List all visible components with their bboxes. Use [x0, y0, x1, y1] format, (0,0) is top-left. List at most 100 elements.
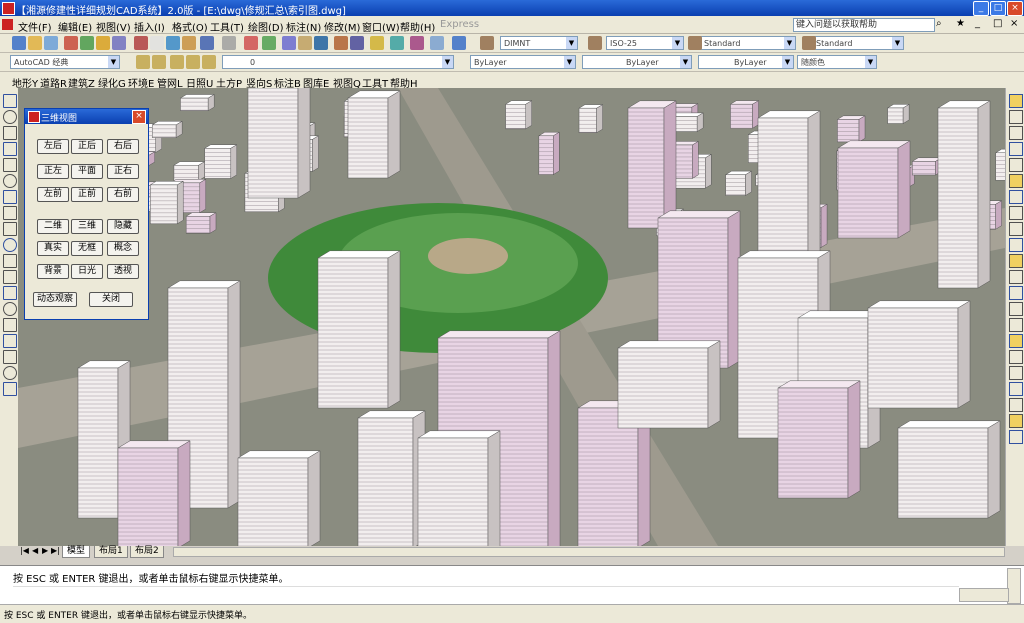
view-button[interactable]: 无框 [71, 241, 103, 256]
toolbar-tool-icon[interactable] [222, 36, 236, 50]
tab-layout2[interactable]: 布局2 [130, 546, 164, 558]
lineweight-select[interactable]: ByLayer ▼ [698, 55, 794, 69]
modify-tool-icon[interactable] [1009, 222, 1023, 236]
app-icon[interactable] [2, 2, 15, 15]
table-style-select[interactable]: Standard ▼ [700, 36, 796, 50]
minimize-button[interactable]: _ [973, 1, 989, 16]
view-button[interactable]: 左前 [37, 187, 69, 202]
dialog-close-button[interactable]: × [132, 110, 146, 124]
dim-style-select[interactable]: ISO-25 ▼ [606, 36, 684, 50]
modify-tool-icon[interactable] [1009, 206, 1023, 220]
workspace-select[interactable]: AutoCAD 经典 ▼ [10, 55, 120, 69]
menu-file[interactable]: 文件(F) [18, 19, 52, 34]
style-icon[interactable] [480, 36, 494, 50]
view-button[interactable]: 左后 [37, 139, 69, 154]
draw-tool-icon[interactable] [3, 254, 17, 268]
maximize-button[interactable]: □ [990, 1, 1006, 16]
menu-express[interactable]: Express [440, 19, 479, 30]
command-input[interactable] [13, 586, 959, 600]
view-button[interactable]: 右前 [107, 187, 139, 202]
modify-tool-icon[interactable] [1009, 382, 1023, 396]
draw-tool-icon[interactable] [3, 174, 17, 188]
toolbar-tool-icon[interactable] [370, 36, 384, 50]
view-button[interactable]: 真实 [37, 241, 69, 256]
modify-tool-icon[interactable] [1009, 254, 1023, 268]
toolbar-tool-icon[interactable] [44, 36, 58, 50]
modify-tool-icon[interactable] [1009, 190, 1023, 204]
view-button[interactable]: 日光 [71, 264, 103, 279]
plotstyle-select[interactable]: 随颜色 ▼ [797, 55, 877, 69]
draw-tool-icon[interactable] [3, 206, 17, 220]
draw-tool-icon[interactable] [3, 238, 17, 252]
layer-tool-icon[interactable] [202, 55, 216, 69]
toolbar-tool-icon[interactable] [334, 36, 348, 50]
tab-last-button[interactable]: ▶| [51, 546, 60, 555]
view-button[interactable]: 正左 [37, 164, 69, 179]
modify-tool-icon[interactable] [1009, 430, 1023, 444]
modify-tool-icon[interactable] [1009, 270, 1023, 284]
view-button[interactable]: 背景 [37, 264, 69, 279]
modify-tool-icon[interactable] [1009, 350, 1023, 364]
multileader-style-select[interactable]: Standard ▼ [812, 36, 904, 50]
toolbar-tool-icon[interactable] [150, 36, 164, 50]
draw-tool-icon[interactable] [3, 126, 17, 140]
toolbar-tool-icon[interactable] [410, 36, 424, 50]
modify-tool-icon[interactable] [1009, 334, 1023, 348]
menu-edit[interactable]: 编辑(E) [58, 19, 92, 34]
draw-tool-icon[interactable] [3, 286, 17, 300]
layer-tool-icon[interactable] [170, 55, 184, 69]
tab-layout1[interactable]: 布局1 [94, 546, 128, 558]
tab-model[interactable]: 模型 [62, 546, 91, 558]
search-icon[interactable]: ⌕ [936, 18, 942, 29]
command-scrollbar[interactable] [1007, 568, 1021, 604]
toolbar-tool-icon[interactable] [430, 36, 444, 50]
drawing-viewport[interactable] [18, 88, 1005, 546]
style-icon[interactable] [802, 36, 816, 50]
command-window[interactable]: 按 ESC 或 ENTER 键退出，或者单击鼠标右键显示快捷菜单。 [0, 565, 1024, 604]
menu-tools[interactable]: 工具(T) [210, 19, 244, 34]
menu-view[interactable]: 视图(V) [96, 19, 131, 34]
draw-tool-icon[interactable] [3, 158, 17, 172]
modify-tool-icon[interactable] [1009, 318, 1023, 332]
menu-dimension[interactable]: 标注(N) [286, 19, 321, 34]
toolbar-tool-icon[interactable] [350, 36, 364, 50]
orbit-button[interactable]: 动态观察 [33, 292, 77, 307]
horizontal-scrollbar[interactable] [173, 547, 1005, 557]
view-button[interactable]: 隐藏 [107, 219, 139, 234]
layer-tool-icon[interactable] [152, 55, 166, 69]
help-search-input[interactable]: 键入问题以获取帮助 [793, 18, 935, 32]
toolbar-tool-icon[interactable] [112, 36, 126, 50]
modify-tool-icon[interactable] [1009, 94, 1023, 108]
menu-window[interactable]: 窗口(W) [362, 19, 400, 34]
menu-help[interactable]: 帮助(H) [400, 19, 435, 34]
modify-tool-icon[interactable] [1009, 142, 1023, 156]
close-button[interactable]: × [1007, 1, 1023, 16]
menu-modify[interactable]: 修改(M) [324, 19, 360, 34]
toolbar-tool-icon[interactable] [452, 36, 466, 50]
draw-tool-icon[interactable] [3, 366, 17, 380]
view-button[interactable]: 二维 [37, 219, 69, 234]
view-button[interactable]: 正后 [71, 139, 103, 154]
toolbar-tool-icon[interactable] [96, 36, 110, 50]
view-button[interactable]: 正右 [107, 164, 139, 179]
doc-icon[interactable] [2, 19, 13, 30]
modify-tool-icon[interactable] [1009, 110, 1023, 124]
toolbar-tool-icon[interactable] [262, 36, 276, 50]
modify-tool-icon[interactable] [1009, 366, 1023, 380]
tab-next-button[interactable]: ▶ [42, 546, 48, 555]
toolbar-tool-icon[interactable] [244, 36, 258, 50]
view-button[interactable]: 三维 [71, 219, 103, 234]
toolbar-tool-icon[interactable] [314, 36, 328, 50]
toolbar-tool-icon[interactable] [390, 36, 404, 50]
draw-tool-icon[interactable] [3, 270, 17, 284]
view-button[interactable]: 平面 [71, 164, 103, 179]
draw-tool-icon[interactable] [3, 382, 17, 396]
modify-tool-icon[interactable] [1009, 126, 1023, 140]
modify-tool-icon[interactable] [1009, 302, 1023, 316]
modify-tool-icon[interactable] [1009, 286, 1023, 300]
doc-close-button[interactable]: × [1010, 18, 1018, 29]
modify-tool-icon[interactable] [1009, 158, 1023, 172]
toolbar-tool-icon[interactable] [200, 36, 214, 50]
draw-tool-icon[interactable] [3, 190, 17, 204]
toolbar-tool-icon[interactable] [166, 36, 180, 50]
